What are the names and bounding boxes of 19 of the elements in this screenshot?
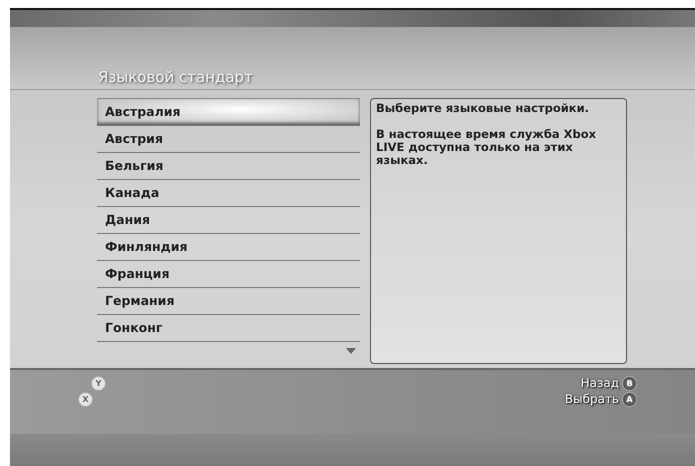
controller-button[interactable]: X bbox=[78, 392, 93, 407]
action-label: Назад bbox=[580, 376, 619, 390]
scroll-down-icon[interactable] bbox=[346, 348, 356, 354]
controller-button[interactable]: A bbox=[622, 392, 637, 407]
list-item[interactable]: Канада bbox=[97, 180, 360, 207]
description-text: В настоящее время служба Xbox LIVE доступна только на этих языках. bbox=[376, 128, 598, 167]
list-item[interactable]: Бельгия bbox=[97, 152, 360, 180]
list-item[interactable]: Финляндия bbox=[97, 234, 360, 261]
list-item[interactable]: Австрия bbox=[97, 126, 360, 153]
controller-button[interactable]: B bbox=[622, 376, 637, 391]
list-item[interactable]: Австралия bbox=[97, 98, 360, 126]
list-item[interactable]: Дания bbox=[97, 206, 360, 234]
list-item[interactable]: Франция bbox=[97, 260, 360, 288]
action-label: Выбрать bbox=[564, 392, 619, 406]
screen-title: Языковой стандарт bbox=[98, 68, 253, 88]
description-text: Выберите языковые настройки. bbox=[376, 102, 590, 115]
list-item[interactable]: Гонконг bbox=[97, 314, 360, 342]
list-item[interactable]: Германия bbox=[97, 288, 360, 315]
controller-button[interactable]: Y bbox=[91, 376, 106, 391]
